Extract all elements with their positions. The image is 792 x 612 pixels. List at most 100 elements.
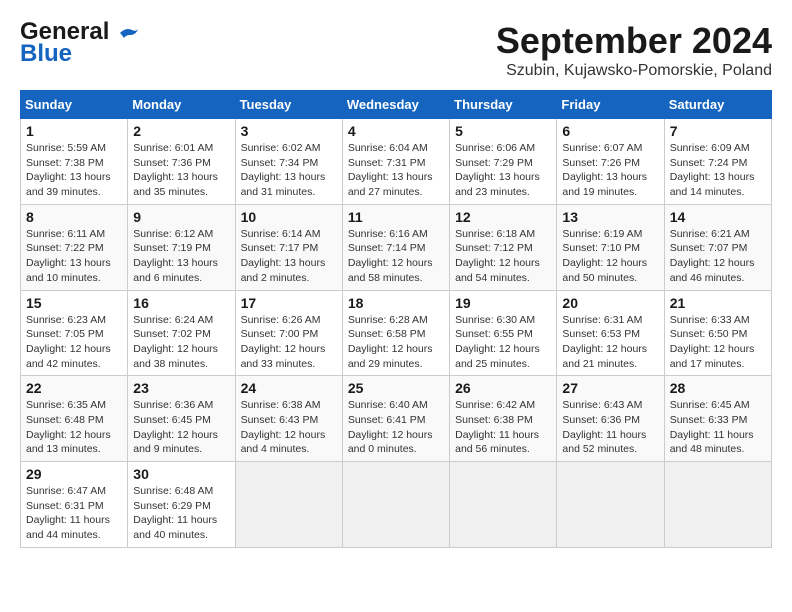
calendar-cell: 1 Sunrise: 5:59 AM Sunset: 7:38 PM Daylig… [21, 119, 128, 205]
day-info: Sunrise: 6:26 AM Sunset: 7:00 PM Dayligh… [241, 313, 337, 372]
calendar-cell: 20 Sunrise: 6:31 AM Sunset: 6:53 PM Dayli… [557, 290, 664, 376]
day-info: Sunrise: 6:48 AM Sunset: 6:29 PM Dayligh… [133, 484, 229, 543]
title-area: September 2024 Szubin, Kujawsko-Pomorski… [496, 20, 772, 80]
day-number: 1 [26, 123, 122, 139]
day-info: Sunrise: 6:43 AM Sunset: 6:36 PM Dayligh… [562, 398, 658, 457]
day-of-week-header: Wednesday [342, 91, 449, 119]
day-number: 7 [670, 123, 766, 139]
calendar-cell: 27 Sunrise: 6:43 AM Sunset: 6:36 PM Dayli… [557, 376, 664, 462]
calendar-cell: 10 Sunrise: 6:14 AM Sunset: 7:17 PM Dayli… [235, 204, 342, 290]
day-number: 19 [455, 295, 551, 311]
day-of-week-header: Monday [128, 91, 235, 119]
day-number: 26 [455, 380, 551, 396]
day-info: Sunrise: 6:12 AM Sunset: 7:19 PM Dayligh… [133, 227, 229, 286]
day-info: Sunrise: 6:18 AM Sunset: 7:12 PM Dayligh… [455, 227, 551, 286]
day-info: Sunrise: 6:16 AM Sunset: 7:14 PM Dayligh… [348, 227, 444, 286]
calendar-cell: 28 Sunrise: 6:45 AM Sunset: 6:33 PM Dayli… [664, 376, 771, 462]
day-number: 9 [133, 209, 229, 225]
day-number: 13 [562, 209, 658, 225]
calendar-cell: 25 Sunrise: 6:40 AM Sunset: 6:41 PM Dayli… [342, 376, 449, 462]
day-number: 14 [670, 209, 766, 225]
calendar-table: SundayMondayTuesdayWednesdayThursdayFrid… [20, 90, 772, 548]
day-info: Sunrise: 6:28 AM Sunset: 6:58 PM Dayligh… [348, 313, 444, 372]
day-number: 29 [26, 466, 122, 482]
calendar-cell: 2 Sunrise: 6:01 AM Sunset: 7:36 PM Daylig… [128, 119, 235, 205]
location: Szubin, Kujawsko-Pomorskie, Poland [496, 62, 772, 80]
day-number: 3 [241, 123, 337, 139]
day-of-week-header: Sunday [21, 91, 128, 119]
day-info: Sunrise: 6:30 AM Sunset: 6:55 PM Dayligh… [455, 313, 551, 372]
day-number: 24 [241, 380, 337, 396]
calendar-cell [450, 462, 557, 548]
day-number: 12 [455, 209, 551, 225]
day-number: 25 [348, 380, 444, 396]
day-info: Sunrise: 6:47 AM Sunset: 6:31 PM Dayligh… [26, 484, 122, 543]
logo: General Blue [20, 20, 140, 68]
day-of-week-header: Tuesday [235, 91, 342, 119]
day-number: 21 [670, 295, 766, 311]
calendar-cell [342, 462, 449, 548]
day-info: Sunrise: 6:19 AM Sunset: 7:10 PM Dayligh… [562, 227, 658, 286]
day-number: 10 [241, 209, 337, 225]
day-number: 6 [562, 123, 658, 139]
calendar-cell: 18Sunrise: 6:28 AM Sunset: 6:58 PM Dayli… [342, 290, 449, 376]
day-info: Sunrise: 6:45 AM Sunset: 6:33 PM Dayligh… [670, 398, 766, 457]
day-number: 22 [26, 380, 122, 396]
day-number: 27 [562, 380, 658, 396]
day-info: Sunrise: 6:38 AM Sunset: 6:43 PM Dayligh… [241, 398, 337, 457]
day-number: 5 [455, 123, 551, 139]
day-info: Sunrise: 6:04 AM Sunset: 7:31 PM Dayligh… [348, 141, 444, 200]
day-number: 11 [348, 209, 444, 225]
calendar-cell: 17 Sunrise: 6:26 AM Sunset: 7:00 PM Dayli… [235, 290, 342, 376]
calendar-cell: 19 Sunrise: 6:30 AM Sunset: 6:55 PM Dayli… [450, 290, 557, 376]
calendar-cell: 26 Sunrise: 6:42 AM Sunset: 6:38 PM Dayli… [450, 376, 557, 462]
day-info: Sunrise: 6:31 AM Sunset: 6:53 PM Dayligh… [562, 313, 658, 372]
day-number: 28 [670, 380, 766, 396]
day-info: Sunrise: 6:35 AM Sunset: 6:48 PM Dayligh… [26, 398, 122, 457]
day-number: 4 [348, 123, 444, 139]
day-number: 30 [133, 466, 229, 482]
calendar-cell [557, 462, 664, 548]
day-info: Sunrise: 6:33 AM Sunset: 6:50 PM Dayligh… [670, 313, 766, 372]
day-info: Sunrise: 6:42 AM Sunset: 6:38 PM Dayligh… [455, 398, 551, 457]
day-of-week-header: Thursday [450, 91, 557, 119]
month-title: September 2024 [496, 20, 772, 62]
calendar-cell: 5 Sunrise: 6:06 AM Sunset: 7:29 PM Daylig… [450, 119, 557, 205]
day-info: Sunrise: 6:02 AM Sunset: 7:34 PM Dayligh… [241, 141, 337, 200]
calendar-cell: 15Sunrise: 6:23 AM Sunset: 7:05 PM Dayli… [21, 290, 128, 376]
calendar-cell: 7 Sunrise: 6:09 AM Sunset: 7:24 PM Daylig… [664, 119, 771, 205]
calendar-cell [664, 462, 771, 548]
day-info: Sunrise: 6:24 AM Sunset: 7:02 PM Dayligh… [133, 313, 229, 372]
calendar-cell: 4 Sunrise: 6:04 AM Sunset: 7:31 PM Daylig… [342, 119, 449, 205]
calendar-cell: 6 Sunrise: 6:07 AM Sunset: 7:26 PM Daylig… [557, 119, 664, 205]
calendar-cell: 9 Sunrise: 6:12 AM Sunset: 7:19 PM Daylig… [128, 204, 235, 290]
day-info: Sunrise: 6:01 AM Sunset: 7:36 PM Dayligh… [133, 141, 229, 200]
logo-blue: Blue [20, 40, 72, 68]
calendar-cell: 11 Sunrise: 6:16 AM Sunset: 7:14 PM Dayli… [342, 204, 449, 290]
calendar-cell: 8Sunrise: 6:11 AM Sunset: 7:22 PM Daylig… [21, 204, 128, 290]
day-number: 17 [241, 295, 337, 311]
day-info: Sunrise: 5:59 AM Sunset: 7:38 PM Dayligh… [26, 141, 122, 200]
day-number: 23 [133, 380, 229, 396]
calendar-cell: 21 Sunrise: 6:33 AM Sunset: 6:50 PM Dayli… [664, 290, 771, 376]
calendar-cell: 22 Sunrise: 6:35 AM Sunset: 6:48 PM Dayli… [21, 376, 128, 462]
day-of-week-header: Saturday [664, 91, 771, 119]
day-info: Sunrise: 6:21 AM Sunset: 7:07 PM Dayligh… [670, 227, 766, 286]
day-info: Sunrise: 6:06 AM Sunset: 7:29 PM Dayligh… [455, 141, 551, 200]
calendar-cell: 24 Sunrise: 6:38 AM Sunset: 6:43 PM Dayli… [235, 376, 342, 462]
day-number: 16 [133, 295, 229, 311]
calendar-cell: 14 Sunrise: 6:21 AM Sunset: 7:07 PM Dayli… [664, 204, 771, 290]
calendar-cell: 23 Sunrise: 6:36 AM Sunset: 6:45 PM Dayli… [128, 376, 235, 462]
calendar-cell [235, 462, 342, 548]
day-info: Sunrise: 6:07 AM Sunset: 7:26 PM Dayligh… [562, 141, 658, 200]
calendar-cell: 13 Sunrise: 6:19 AM Sunset: 7:10 PM Dayli… [557, 204, 664, 290]
day-info: Sunrise: 6:14 AM Sunset: 7:17 PM Dayligh… [241, 227, 337, 286]
calendar-cell: 29 Sunrise: 6:47 AM Sunset: 6:31 PM Dayli… [21, 462, 128, 548]
calendar-cell: 3 Sunrise: 6:02 AM Sunset: 7:34 PM Daylig… [235, 119, 342, 205]
day-info: Sunrise: 6:09 AM Sunset: 7:24 PM Dayligh… [670, 141, 766, 200]
calendar-cell: 12 Sunrise: 6:18 AM Sunset: 7:12 PM Dayli… [450, 204, 557, 290]
day-info: Sunrise: 6:36 AM Sunset: 6:45 PM Dayligh… [133, 398, 229, 457]
day-number: 20 [562, 295, 658, 311]
day-info: Sunrise: 6:40 AM Sunset: 6:41 PM Dayligh… [348, 398, 444, 457]
day-number: 2 [133, 123, 229, 139]
